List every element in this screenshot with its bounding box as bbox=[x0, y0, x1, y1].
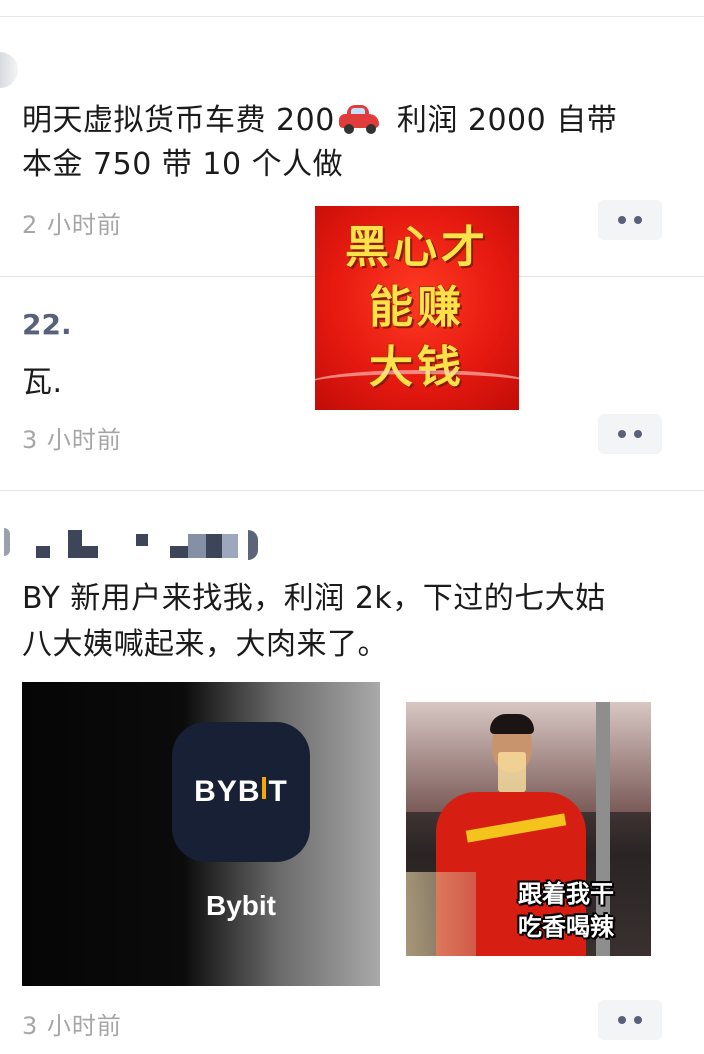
meme-person-hair bbox=[490, 714, 534, 734]
meme-caption-line-1: 跟着我干 bbox=[518, 880, 614, 908]
dot-icon bbox=[634, 430, 642, 438]
post-1-text-line-1: 明天虚拟货币车费 200 利润 2000 自带 bbox=[22, 96, 617, 146]
post-1-timestamp: 2 小时前 bbox=[22, 211, 122, 239]
sticker-image[interactable]: 黑心才 能赚 大钱 bbox=[315, 206, 519, 410]
post-3-timestamp: 3 小时前 bbox=[22, 1012, 122, 1040]
dot-icon bbox=[634, 216, 642, 224]
post-3-more-button[interactable] bbox=[598, 1000, 662, 1040]
bybit-logo-text-left: BYB bbox=[194, 775, 261, 808]
car-icon bbox=[337, 104, 381, 134]
meme-caption: 跟着我干 吃香喝辣 bbox=[518, 878, 614, 944]
post-2-more-button[interactable] bbox=[598, 414, 662, 454]
beer-glass-icon bbox=[498, 752, 526, 792]
divider-top bbox=[0, 16, 704, 17]
dot-icon bbox=[618, 1016, 626, 1024]
post-1-text-line-2: 本金 750 带 10 个人做 bbox=[22, 147, 344, 182]
divider-2 bbox=[0, 490, 704, 491]
post-2-timestamp: 3 小时前 bbox=[22, 426, 122, 454]
sticker-swoosh bbox=[315, 370, 519, 400]
post-3-author-name-redacted[interactable] bbox=[0, 516, 270, 560]
sticker-line-1: 黑心才 bbox=[345, 222, 489, 273]
meme-bottles bbox=[406, 872, 476, 956]
avatar[interactable] bbox=[0, 52, 18, 88]
meme-image[interactable]: 跟着我干 吃香喝辣 bbox=[406, 702, 651, 956]
bybit-app-name: Bybit bbox=[206, 890, 276, 921]
dot-icon bbox=[634, 1016, 642, 1024]
bybit-app-image[interactable]: BYB T Bybit bbox=[22, 682, 380, 986]
bybit-logo-text-right: T bbox=[268, 775, 288, 808]
post-1-more-button[interactable] bbox=[598, 200, 662, 240]
bybit-logo-icon: BYB T bbox=[172, 722, 310, 862]
post-3-text-line-2: 八大姨喊起来，大肉来了。 bbox=[22, 627, 388, 662]
post-2-text: 瓦. bbox=[22, 365, 63, 400]
post-2-author-name[interactable]: 22. bbox=[22, 308, 72, 341]
post-3-text-line-1: BY 新用户来找我，利润 2k，下过的七大姑 bbox=[22, 581, 606, 616]
dot-icon bbox=[618, 430, 626, 438]
post-1-text-part-2: 利润 2000 自带 bbox=[386, 103, 618, 138]
meme-caption-line-2: 吃香喝辣 bbox=[518, 913, 614, 941]
dot-icon bbox=[618, 216, 626, 224]
sticker-line-2: 能赚 bbox=[369, 282, 465, 333]
bybit-logo-text: BYB T bbox=[194, 775, 288, 809]
post-1-text-part-1: 明天虚拟货币车费 200 bbox=[22, 103, 335, 138]
bybit-logo-bar bbox=[261, 777, 266, 799]
